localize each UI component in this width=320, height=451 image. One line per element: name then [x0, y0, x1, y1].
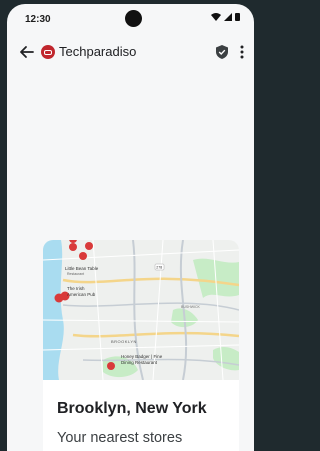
- store-location-card[interactable]: Little Bean Table Restaurant The Irish A…: [43, 240, 239, 451]
- map-label-place3b: Dining Restaurant: [121, 360, 158, 365]
- store-map[interactable]: Little Bean Table Restaurant The Irish A…: [43, 240, 239, 380]
- card-title: Brooklyn, New York: [57, 400, 207, 417]
- map-label-bushwick: BUSHWICK: [181, 305, 201, 309]
- map-label-place1: Little Bean Table: [65, 266, 99, 271]
- shield-icon[interactable]: [214, 44, 230, 60]
- map-pin[interactable]: [69, 240, 77, 251]
- map-pin[interactable]: [85, 242, 93, 250]
- back-arrow-icon[interactable]: [19, 44, 35, 60]
- system-icons: [211, 13, 240, 21]
- wifi-icon: [211, 13, 221, 21]
- map-label-place3: Honey Badger | Fine: [121, 354, 163, 359]
- map-pin[interactable]: [79, 252, 87, 260]
- signal-icon: [224, 13, 232, 21]
- map-pin[interactable]: [107, 362, 115, 370]
- map-label-district: BROOKLYN: [111, 339, 137, 344]
- browser-app-bar: Techparadiso: [7, 38, 254, 66]
- card-subtitle: Your nearest stores: [57, 430, 183, 446]
- battery-icon: [235, 13, 240, 21]
- camera-cutout: [125, 10, 142, 27]
- page-content: Little Bean Table Restaurant The Irish A…: [7, 66, 254, 451]
- map-label-place1-sub: Restaurant: [67, 272, 84, 276]
- site-name: Techparadiso: [59, 44, 137, 59]
- status-time: 12:30: [25, 14, 51, 25]
- status-bar: 12:30: [7, 4, 254, 38]
- highway-number: 278: [156, 266, 162, 270]
- more-options-icon[interactable]: [236, 44, 248, 60]
- map-label-place2: The Irish: [67, 286, 85, 291]
- site-logo-icon: [41, 45, 55, 59]
- phone-screen: 12:30 Techparadiso Little Bean Table Res…: [7, 4, 254, 451]
- highway-shield: 278: [154, 263, 165, 271]
- map-label-place2b: American Pub: [67, 292, 96, 297]
